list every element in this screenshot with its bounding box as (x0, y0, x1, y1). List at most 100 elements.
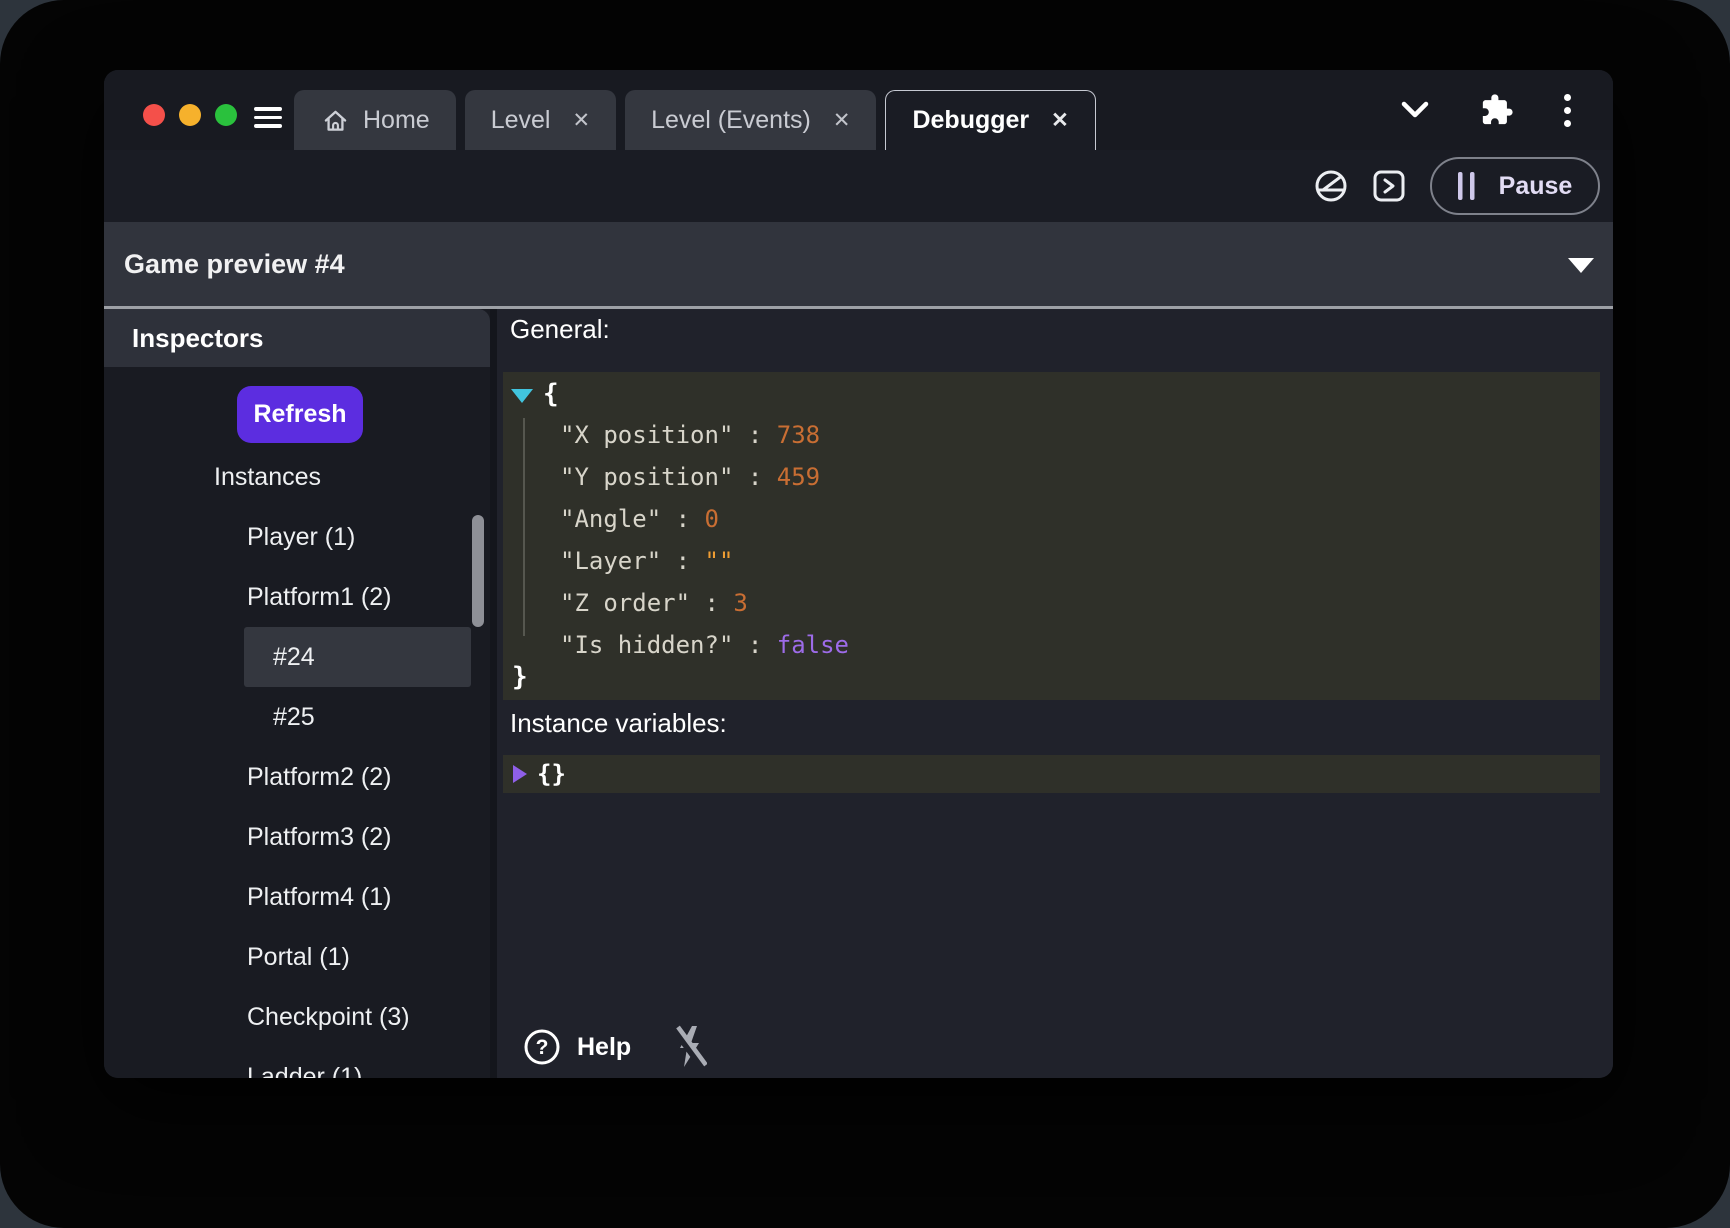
json-value: false (777, 631, 849, 659)
chevron-down-icon[interactable] (1400, 97, 1430, 123)
json-key: "Z order" (560, 589, 690, 617)
tree-item-platform1-2[interactable]: Platform1 (2) (104, 567, 490, 627)
tree-item-instances[interactable]: Instances (104, 447, 490, 507)
inspectors-header: Inspectors (104, 309, 490, 367)
tab-label: Level (491, 106, 551, 135)
json-key: "Y position" (560, 463, 733, 491)
tab-level-events[interactable]: Level (Events) ✕ (625, 90, 876, 150)
tree-item-label: Platform4 (1) (247, 883, 391, 912)
help-icon[interactable]: ? (523, 1028, 561, 1066)
panel-divider (490, 309, 497, 1078)
extensions-puzzle-icon[interactable] (1480, 93, 1514, 127)
json-value: 3 (733, 589, 747, 617)
tab-level[interactable]: Level ✕ (465, 90, 616, 150)
console-icon[interactable] (1373, 170, 1405, 202)
tree-item-checkpoint-3[interactable]: Checkpoint (3) (104, 987, 490, 1047)
json-key: "X position" (560, 421, 733, 449)
json-value: 738 (777, 421, 820, 449)
json-value: 0 (705, 505, 719, 533)
tree-item-label: #25 (273, 703, 315, 732)
tab-home[interactable]: Home (294, 90, 456, 150)
collapse-closed-arrow-icon[interactable] (513, 765, 527, 783)
pause-button[interactable]: Pause (1430, 157, 1600, 215)
json-entry: "Y position" : 459 (560, 456, 849, 498)
json-colon: : (733, 421, 776, 449)
dropdown-arrow-icon[interactable] (1568, 258, 1594, 273)
tab-close-icon[interactable]: ✕ (1051, 108, 1069, 133)
json-close-brace: } (512, 660, 528, 694)
tree-item-portal-1[interactable]: Portal (1) (104, 927, 490, 987)
tree-item-label: #24 (273, 643, 315, 672)
tree-item-label: Instances (214, 463, 321, 492)
tab-close-icon[interactable]: ✕ (833, 108, 851, 133)
json-value: 459 (777, 463, 820, 491)
json-key: "Layer" (560, 547, 661, 575)
profiler-gauge-icon[interactable] (1314, 169, 1348, 203)
json-entry: "Is hidden?" : false (560, 624, 849, 666)
titlebar: Home Level ✕ Level (Events) ✕ Debugger ✕ (104, 70, 1613, 150)
json-indent-guide (523, 418, 525, 636)
instance-variables-value: {} (537, 755, 566, 793)
svg-text:?: ? (536, 1036, 549, 1059)
tree-item-platform3-2[interactable]: Platform3 (2) (104, 807, 490, 867)
traffic-lights (143, 104, 237, 126)
zoom-window-button[interactable] (215, 104, 237, 126)
inspectors-header-label: Inspectors (132, 323, 264, 354)
json-entry: "Angle" : 0 (560, 498, 849, 540)
debugger-panels: Inspectors Refresh Instances Player (1) Pl… (104, 309, 1613, 1078)
json-colon: : (733, 631, 776, 659)
json-colon: : (690, 589, 733, 617)
tree-item-label: Platform1 (2) (247, 583, 391, 612)
tree-item-platform4-1[interactable]: Platform4 (1) (104, 867, 490, 927)
collapse-open-arrow-icon[interactable] (511, 389, 533, 403)
home-icon (322, 108, 349, 133)
minimize-window-button[interactable] (179, 104, 201, 126)
help-label: Help (577, 1033, 631, 1062)
tree-item-label: Ladder (1) (247, 1063, 362, 1079)
tab-close-icon[interactable]: ✕ (572, 108, 590, 133)
json-colon: : (733, 463, 776, 491)
tree-item-label: Portal (1) (247, 943, 350, 972)
json-value: "" (705, 547, 734, 575)
json-entries: "X position" : 738"Y position" : 459"Ang… (560, 414, 849, 666)
pause-icon (1458, 172, 1475, 200)
tree-item-player-1[interactable]: Player (1) (104, 507, 490, 567)
json-open-brace: { (543, 379, 559, 409)
tree-item-label: Platform2 (2) (247, 763, 391, 792)
inspector-panel: General: { "X position" : 738"Y position… (497, 309, 1613, 1078)
json-entry: "Z order" : 3 (560, 582, 849, 624)
tab-label: Debugger (912, 106, 1029, 135)
tab-label: Home (363, 106, 430, 135)
json-key: "Is hidden?" (560, 631, 733, 659)
hamburger-menu-icon[interactable] (254, 107, 282, 128)
tree-item-#25[interactable]: #25 (104, 687, 490, 747)
refresh-button[interactable]: Refresh (237, 386, 363, 443)
titlebar-actions (1400, 70, 1571, 150)
close-window-button[interactable] (143, 104, 165, 126)
game-preview-title: Game preview #4 (124, 222, 345, 306)
tab-bar: Home Level ✕ Level (Events) ✕ Debugger ✕ (294, 90, 1096, 150)
instance-variables-label: Instance variables: (510, 708, 727, 739)
game-preview-selector[interactable]: Game preview #4 (104, 222, 1613, 306)
help-row: ? Help (523, 1021, 707, 1073)
json-entry: "X position" : 738 (560, 414, 849, 456)
json-colon: : (661, 547, 704, 575)
debugger-window: Home Level ✕ Level (Events) ✕ Debugger ✕ (104, 70, 1613, 1078)
inspectors-sidebar: Inspectors Refresh Instances Player (1) Pl… (104, 309, 490, 1078)
pause-button-label: Pause (1499, 172, 1573, 201)
general-label: General: (510, 314, 610, 345)
tree-item-label: Platform3 (2) (247, 823, 391, 852)
auto-refresh-off-icon[interactable] (671, 1025, 707, 1069)
instance-variables-json-view: {} (503, 755, 1600, 793)
more-menu-icon[interactable] (1564, 94, 1571, 127)
json-colon: : (661, 505, 704, 533)
json-entry: "Layer" : "" (560, 540, 849, 582)
tab-label: Level (Events) (651, 106, 811, 135)
instances-tree: Refresh Instances Player (1) Platform1 (2)… (104, 367, 490, 1078)
tab-debugger[interactable]: Debugger ✕ (885, 90, 1095, 150)
tree-item-label: Checkpoint (3) (247, 1003, 410, 1032)
tree-item-#24[interactable]: #24 (104, 627, 490, 687)
debugger-toolbar: Pause (104, 150, 1613, 222)
tree-item-ladder-1[interactable]: Ladder (1) (104, 1047, 490, 1078)
tree-item-platform2-2[interactable]: Platform2 (2) (104, 747, 490, 807)
